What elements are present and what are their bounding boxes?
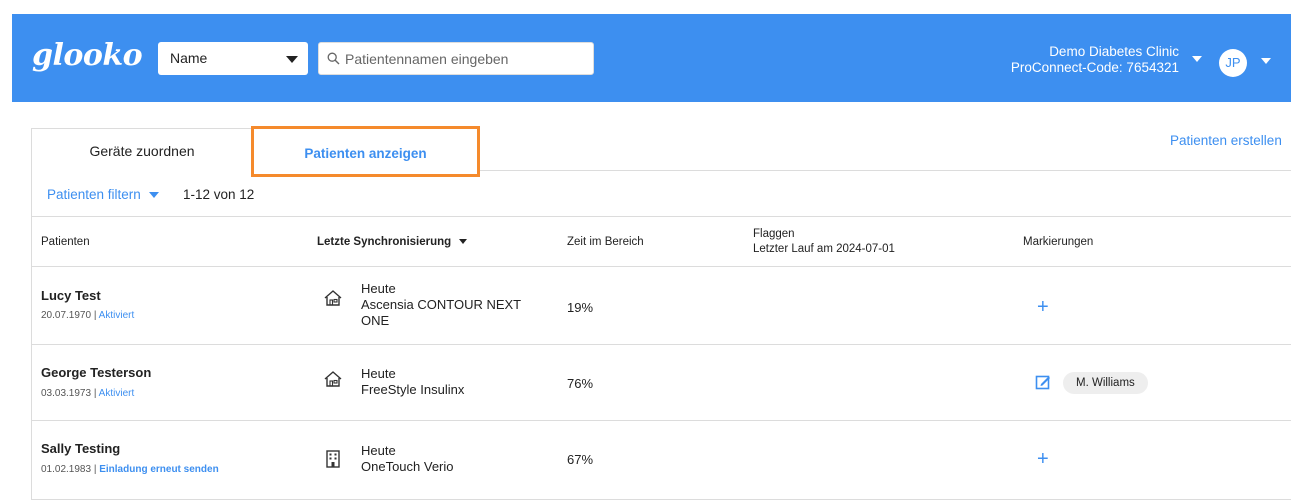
patient-name[interactable]: Lucy Test — [41, 288, 101, 303]
patient-meta: 03.03.1973 | Aktiviert — [41, 388, 135, 399]
home-icon — [324, 371, 342, 387]
column-header-last-sync[interactable]: Letzte Synchronisierung — [317, 236, 468, 248]
search-type-select[interactable]: Name — [158, 42, 308, 75]
time-in-range: 76% — [567, 376, 594, 391]
time-in-range: 67% — [567, 452, 594, 467]
last-sync: Heute Ascensia CONTOUR NEXT ONE — [361, 281, 551, 329]
home-icon — [324, 290, 342, 306]
column-header-tags: Markierungen — [1023, 236, 1094, 248]
avatar[interactable]: JP — [1219, 49, 1247, 77]
patient-dob: 01.02.1983 — [41, 464, 92, 475]
tag-chip[interactable]: M. Williams — [1063, 372, 1148, 394]
patient-name[interactable]: Sally Testing — [41, 441, 120, 456]
resend-invite-link[interactable]: Einladung erneut senden — [99, 464, 218, 475]
time-in-range: 19% — [567, 300, 594, 315]
column-header-time-in-range: Zeit im Bereich — [567, 236, 644, 248]
clinic-name: Demo Diabetes Clinic — [1049, 44, 1179, 59]
patient-dob: 03.03.1973 — [41, 388, 92, 399]
sort-desc-icon — [459, 239, 468, 245]
device-name: Ascensia CONTOUR NEXT ONE — [361, 297, 521, 328]
search-input[interactable] — [345, 50, 585, 67]
search-type-value: Name — [170, 50, 208, 66]
sync-date: Heute — [361, 443, 396, 458]
proconnect-code: ProConnect-Code: 7654321 — [1010, 60, 1179, 75]
patient-name[interactable]: George Testerson — [41, 365, 151, 380]
clinic-chevron-down-icon[interactable] — [1192, 56, 1202, 62]
account-chevron-down-icon[interactable] — [1261, 58, 1271, 64]
clinic-building-icon — [326, 450, 340, 468]
divider — [32, 216, 1291, 217]
patient-filter-label: Patienten filtern — [47, 187, 141, 202]
patient-status-link[interactable]: Aktiviert — [99, 388, 135, 399]
patient-filter-button[interactable]: Patienten filtern — [47, 187, 159, 202]
column-header-flags-subtitle: Letzter Lauf am 2024-07-01 — [753, 243, 895, 255]
patient-status-link[interactable]: Aktiviert — [99, 310, 135, 321]
column-header-flags: Flaggen — [753, 228, 795, 240]
patient-meta: 20.07.1970 | Aktiviert — [41, 310, 135, 321]
column-header-last-sync-label: Letzte Synchronisierung — [317, 236, 452, 248]
patient-dob: 20.07.1970 — [41, 310, 92, 321]
tab-view-patients[interactable]: Patienten anzeigen — [251, 126, 480, 177]
sync-date: Heute — [361, 366, 396, 381]
divider — [32, 266, 1291, 267]
patient-search[interactable] — [318, 42, 594, 75]
add-tag-plus-icon[interactable]: + — [1037, 449, 1049, 469]
divider — [32, 344, 1291, 345]
search-icon — [327, 52, 340, 65]
chevron-down-icon — [148, 192, 159, 199]
chevron-down-icon — [286, 56, 298, 63]
top-bar: glooko Name Demo Diabetes Clinic ProConn… — [12, 14, 1291, 102]
last-sync: Heute OneTouch Verio — [361, 443, 551, 475]
last-sync: Heute FreeStyle Insulinx — [361, 366, 551, 398]
tab-assign-devices[interactable]: Geräte zuordnen — [31, 128, 253, 171]
divider — [32, 420, 1291, 421]
device-name: OneTouch Verio — [361, 459, 454, 474]
column-header-patients: Patienten — [41, 236, 90, 248]
patient-meta: 01.02.1983 | Einladung erneut senden — [41, 464, 219, 475]
add-tag-plus-icon[interactable]: + — [1037, 297, 1049, 317]
clinic-info[interactable]: Demo Diabetes Clinic ProConnect-Code: 76… — [1011, 44, 1179, 76]
patient-list-panel — [31, 170, 1291, 500]
sync-date: Heute — [361, 281, 396, 296]
result-count: 1-12 von 12 — [183, 187, 255, 202]
device-name: FreeStyle Insulinx — [361, 382, 465, 397]
create-patients-link[interactable]: Patienten erstellen — [1170, 133, 1282, 148]
glooko-logo[interactable]: glooko — [32, 38, 143, 73]
edit-icon[interactable] — [1035, 374, 1051, 390]
